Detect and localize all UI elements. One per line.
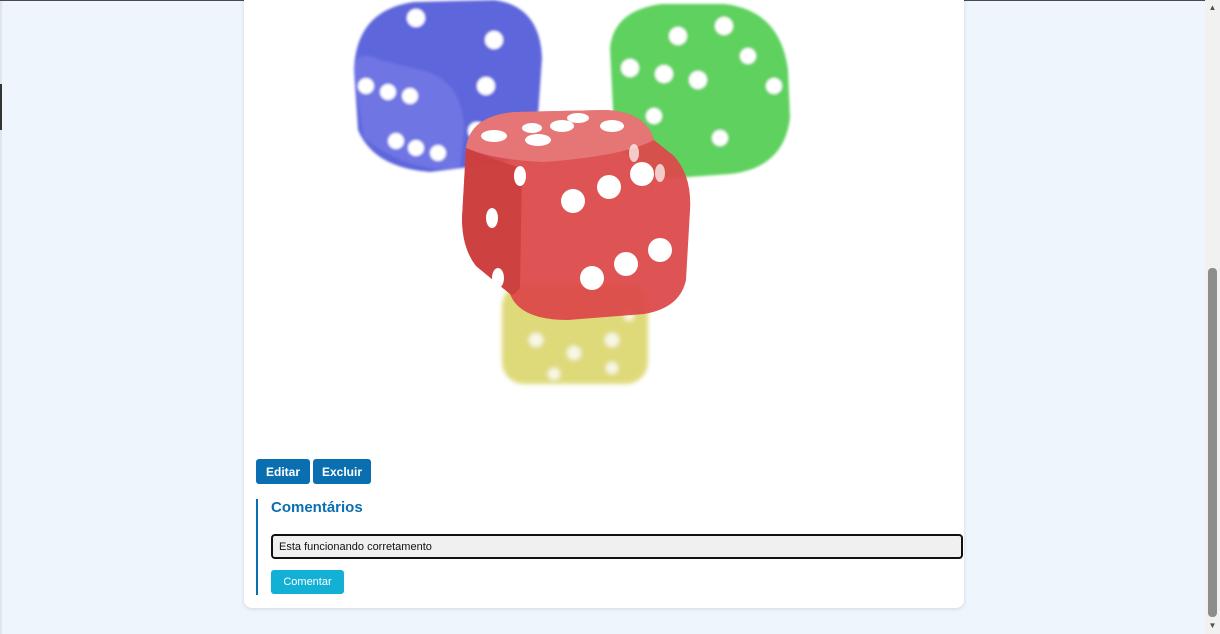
scrollbar-thumb[interactable] (1208, 268, 1217, 617)
comments-section: Comentários Comentar (256, 499, 966, 595)
post-card: Editar Excluir Comentários Comentar (244, 0, 964, 608)
comment-submit-button[interactable]: Comentar (271, 570, 344, 594)
edit-button[interactable]: Editar (256, 459, 310, 484)
scroll-up-icon[interactable]: ▲ (1205, 1, 1220, 15)
comments-title: Comentários (271, 499, 363, 516)
comment-input[interactable] (271, 534, 963, 559)
left-edge-marker (0, 84, 2, 130)
post-image (354, 0, 790, 384)
post-actions: Editar Excluir (256, 459, 371, 484)
delete-button[interactable]: Excluir (313, 459, 371, 484)
scroll-down-icon[interactable]: ▼ (1205, 619, 1220, 633)
vertical-scrollbar[interactable]: ▲ ▼ (1205, 0, 1220, 634)
